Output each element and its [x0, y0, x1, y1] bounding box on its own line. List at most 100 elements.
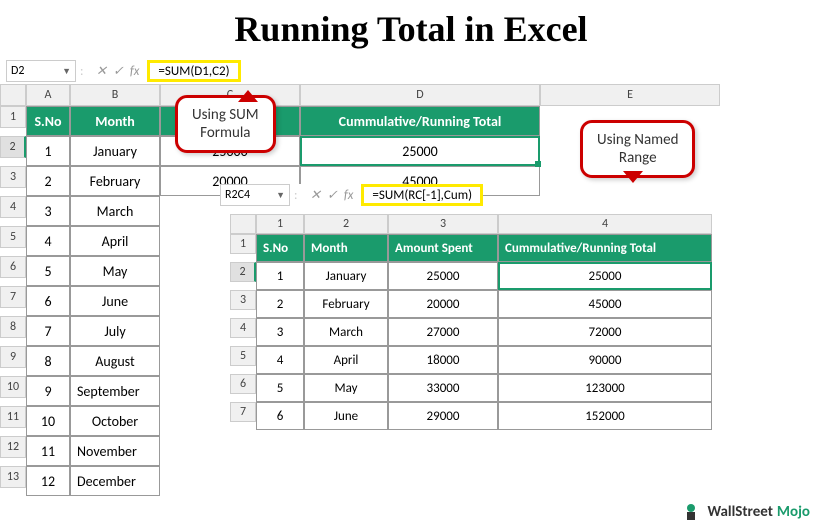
header-cumulative[interactable]: Cummulative/Running Total: [300, 106, 540, 136]
cell[interactable]: 3: [26, 196, 70, 226]
row-header[interactable]: 2: [230, 262, 256, 282]
cell[interactable]: March: [70, 196, 160, 226]
enter-icon[interactable]: ✓: [327, 188, 338, 203]
row-header[interactable]: 4: [230, 318, 256, 338]
cell[interactable]: 25000: [388, 262, 498, 290]
select-all-corner[interactable]: [0, 84, 26, 106]
dropdown-icon[interactable]: ▼: [276, 190, 285, 201]
row-header[interactable]: 1: [0, 106, 26, 128]
col-header-d[interactable]: D: [300, 84, 540, 106]
cell[interactable]: 2: [256, 290, 304, 318]
row-header[interactable]: 5: [0, 226, 26, 248]
row-header[interactable]: 12: [0, 436, 26, 458]
cell[interactable]: 2: [26, 166, 70, 196]
cell[interactable]: 7: [26, 316, 70, 346]
cell[interactable]: September: [70, 376, 160, 406]
row-header[interactable]: 7: [230, 402, 256, 422]
row-header[interactable]: 3: [230, 290, 256, 310]
fx-icon[interactable]: fx: [344, 188, 354, 203]
cell[interactable]: 3: [256, 318, 304, 346]
row-header[interactable]: 6: [230, 374, 256, 394]
cell[interactable]: 4: [256, 346, 304, 374]
cell[interactable]: 18000: [388, 346, 498, 374]
enter-icon[interactable]: ✓: [113, 64, 124, 79]
header-sno[interactable]: S.No: [26, 106, 70, 136]
cell[interactable]: June: [70, 286, 160, 316]
row-header[interactable]: 4: [0, 196, 26, 218]
col-header-b[interactable]: B: [70, 84, 160, 106]
cell[interactable]: 123000: [498, 374, 712, 402]
cell[interactable]: 1: [256, 262, 304, 290]
cell[interactable]: 6: [26, 286, 70, 316]
cell[interactable]: January: [70, 136, 160, 166]
cell[interactable]: 29000: [388, 402, 498, 430]
cell[interactable]: April: [70, 226, 160, 256]
selected-cell[interactable]: 25000: [300, 136, 540, 166]
cell[interactable]: 11: [26, 436, 70, 466]
header-month[interactable]: Month: [70, 106, 160, 136]
header-cumulative[interactable]: Cummulative/Running Total: [498, 234, 712, 262]
col-header-a[interactable]: A: [26, 84, 70, 106]
dropdown-icon[interactable]: ▼: [62, 66, 71, 77]
row-header[interactable]: 2: [0, 136, 26, 158]
header-month[interactable]: Month: [304, 234, 388, 262]
row-header[interactable]: 6: [0, 256, 26, 278]
cell[interactable]: February: [304, 290, 388, 318]
cell[interactable]: February: [70, 166, 160, 196]
cell[interactable]: January: [304, 262, 388, 290]
cell[interactable]: 90000: [498, 346, 712, 374]
cell[interactable]: 72000: [498, 318, 712, 346]
fill-handle[interactable]: [535, 161, 541, 167]
cell[interactable]: 6: [256, 402, 304, 430]
name-box-2[interactable]: R2C4 ▼: [220, 184, 290, 206]
cell[interactable]: April: [304, 346, 388, 374]
row-header[interactable]: 1: [230, 234, 256, 254]
cell[interactable]: 20000: [388, 290, 498, 318]
col-header-e[interactable]: E: [540, 84, 720, 106]
row-header[interactable]: 11: [0, 406, 26, 428]
row-header[interactable]: 10: [0, 376, 26, 398]
cell[interactable]: 12: [26, 466, 70, 496]
cell[interactable]: 1: [26, 136, 70, 166]
cell[interactable]: 27000: [388, 318, 498, 346]
row-header[interactable]: 8: [0, 316, 26, 338]
cell[interactable]: 4: [26, 226, 70, 256]
cell[interactable]: 5: [256, 374, 304, 402]
row-header[interactable]: 13: [0, 466, 26, 488]
cell[interactable]: June: [304, 402, 388, 430]
cell[interactable]: 152000: [498, 402, 712, 430]
name-box-1[interactable]: D2 ▼: [6, 60, 76, 82]
row-header[interactable]: 9: [0, 346, 26, 368]
selected-cell[interactable]: 25000: [498, 262, 712, 290]
cell[interactable]: 10: [26, 406, 70, 436]
col-header-2[interactable]: 2: [304, 214, 388, 234]
cell[interactable]: 45000: [498, 290, 712, 318]
fx-icon[interactable]: fx: [130, 64, 140, 79]
col-header-4[interactable]: 4: [498, 214, 712, 234]
cell[interactable]: 8: [26, 346, 70, 376]
cell[interactable]: November: [70, 436, 160, 466]
cell[interactable]: 9: [26, 376, 70, 406]
cell[interactable]: October: [70, 406, 160, 436]
cell[interactable]: July: [70, 316, 160, 346]
col-header-3[interactable]: 3: [388, 214, 498, 234]
cell[interactable]: May: [70, 256, 160, 286]
cancel-icon[interactable]: ✕: [96, 64, 107, 79]
cell[interactable]: 33000: [388, 374, 498, 402]
formula-input-1[interactable]: =SUM(D1,C2): [147, 60, 240, 82]
header-amount[interactable]: Amount Spent: [388, 234, 498, 262]
cell[interactable]: May: [304, 374, 388, 402]
formula-input-2[interactable]: =SUM(RC[-1],Cum): [361, 184, 483, 206]
cancel-icon[interactable]: ✕: [310, 188, 321, 203]
row-header[interactable]: 3: [0, 166, 26, 188]
cell[interactable]: March: [304, 318, 388, 346]
header-sno[interactable]: S.No: [256, 234, 304, 262]
cell[interactable]: 5: [26, 256, 70, 286]
cell[interactable]: December: [70, 466, 160, 496]
col-header-1[interactable]: 1: [256, 214, 304, 234]
callout-sum-formula: Using SUMFormula: [175, 95, 276, 153]
row-header[interactable]: 5: [230, 346, 256, 366]
cell[interactable]: August: [70, 346, 160, 376]
select-all-corner[interactable]: [230, 214, 256, 234]
row-header[interactable]: 7: [0, 286, 26, 308]
